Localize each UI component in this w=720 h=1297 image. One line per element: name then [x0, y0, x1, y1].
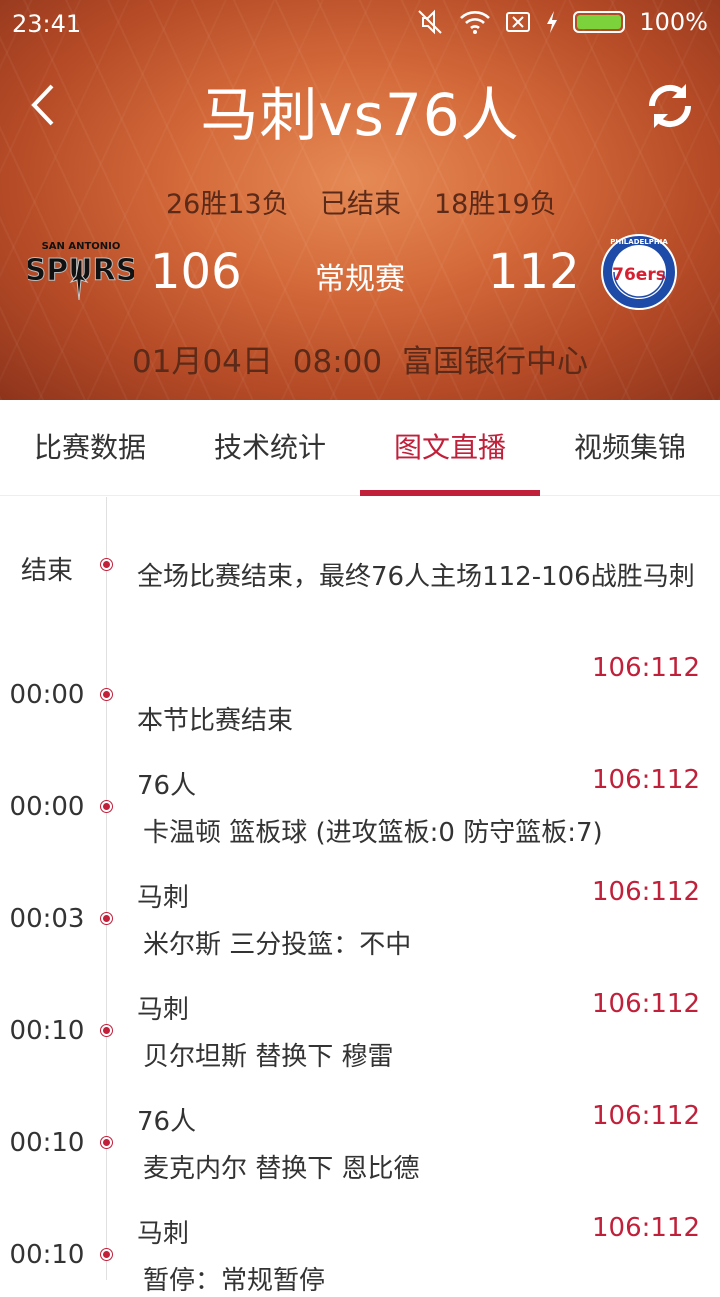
spurs-logo: SAN ANTONIO SPURS: [28, 241, 134, 301]
tab-live-text[interactable]: 图文直播: [360, 400, 540, 496]
event-time: 00:00: [9, 680, 85, 710]
event-description: 贝尔坦斯 替换下 穆雷: [143, 1042, 394, 1072]
event-description: 米尔斯 三分投篮：不中: [143, 930, 412, 960]
game-time: 08:00: [292, 344, 383, 380]
charging-icon: [547, 11, 558, 33]
tab-tech-stats[interactable]: 技术统计: [180, 400, 360, 496]
event-score: 106:112: [591, 765, 700, 795]
timeline-line: [106, 497, 107, 1280]
event-description: 卡温顿 篮板球 (进攻篮板:0 防守篮板:7): [143, 818, 603, 848]
battery-percent: 100%: [639, 8, 708, 36]
event-time: 00:00: [9, 792, 85, 822]
event-description: 全场比赛结束，最终76人主场112-106战胜马刺: [137, 562, 695, 592]
game-state: 已结束: [320, 189, 401, 220]
event-team: 76人: [137, 1107, 197, 1137]
away-record: 18胜19负: [434, 189, 557, 220]
timeline-dot: [101, 689, 112, 700]
event-time: 结束: [20, 556, 73, 586]
event-team: 76人: [137, 771, 197, 801]
mute-icon: [418, 9, 443, 35]
event-description: 麦克内尔 替换下 恩比德: [143, 1154, 420, 1184]
status-time: 23:41: [12, 10, 82, 38]
event-team: 马刺: [137, 1219, 190, 1249]
game-date: 01月04日: [132, 344, 273, 380]
timeline-dot: [101, 1137, 112, 1148]
page-title: 马刺vs76人: [200, 81, 520, 149]
svg-text:SAN ANTONIO: SAN ANTONIO: [42, 241, 121, 252]
event-score: 106:112: [591, 989, 700, 1019]
svg-text:76ers: 76ers: [612, 265, 666, 285]
right-score: 112: [488, 244, 580, 300]
event-team: 马刺: [137, 995, 190, 1025]
tab-video-highlights[interactable]: 视频集锦: [540, 400, 720, 496]
event-time: 00:03: [9, 904, 85, 934]
game-venue: 富国银行中心: [401, 344, 588, 380]
game-type: 常规赛: [315, 262, 405, 297]
event-time: 00:10: [9, 1240, 85, 1270]
svg-text:PHILADELPHIA: PHILADELPHIA: [610, 238, 668, 246]
active-tab-indicator: [360, 490, 540, 496]
76ers-logo: PHILADELPHIA 76ers: [601, 234, 677, 310]
refresh-icon[interactable]: [642, 78, 698, 134]
left-score: 106: [150, 244, 242, 300]
timeline-dot: [101, 801, 112, 812]
event-team: 马刺: [137, 883, 190, 913]
timeline-dot: [101, 1025, 112, 1036]
tab-game-data[interactable]: 比赛数据: [0, 400, 180, 496]
event-score: 106:112: [591, 877, 700, 907]
event-score: 106:112: [591, 1101, 700, 1131]
battery-icon: [573, 11, 626, 33]
status-bar: 23:41 100%: [0, 0, 720, 50]
event-score: 106:112: [591, 653, 700, 683]
event-description: 暂停：常规暂停: [143, 1266, 326, 1296]
wifi-icon: [460, 11, 491, 34]
timeline-dot: [101, 1249, 112, 1260]
tab-bar: 比赛数据 技术统计 图文直播 视频集锦: [0, 400, 720, 496]
game-header: 23:41 100% 马刺vs76人 26胜13负 已结束 18胜19负 SAN…: [0, 0, 720, 400]
event-description: 本节比赛结束: [137, 706, 294, 736]
event-score: 106:112: [591, 1213, 700, 1243]
timeline-dot: [101, 559, 112, 570]
no-sim-icon: [506, 12, 531, 32]
timeline-dot: [101, 913, 112, 924]
event-time: 00:10: [9, 1016, 85, 1046]
event-time: 00:10: [9, 1128, 85, 1158]
game-dateline: 01月04日 08:00 富国银行中心: [0, 336, 720, 381]
home-record: 26胜13负: [166, 189, 289, 220]
